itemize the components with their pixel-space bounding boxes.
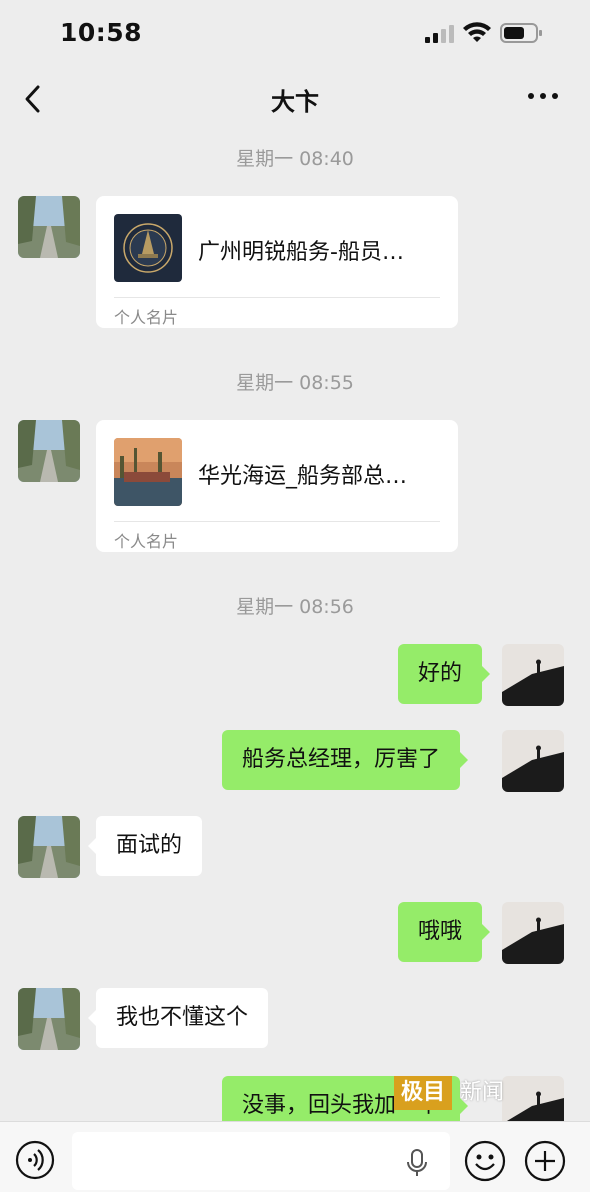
input-bar [0,1121,590,1192]
watermark-part1: 极目 [394,1076,452,1110]
status-bar: 10:58 [0,0,590,70]
card-divider [114,521,440,522]
avatar[interactable] [18,196,80,258]
contact-card[interactable]: 华光海运_船务部总… 个人名片 [96,420,458,552]
avatar[interactable] [18,988,80,1050]
more-dots-icon[interactable] [526,86,560,106]
chat-header: 大卞 [0,70,590,130]
avatar[interactable] [18,420,80,482]
wifi-icon [463,22,491,42]
card-type-label: 个人名片 [114,308,179,327]
self-avatar[interactable] [502,902,564,964]
card-name: 广州明锐船务-船员… [198,240,404,265]
status-time: 10:58 [60,18,143,47]
self-avatar[interactable] [502,644,564,706]
watermark-part2: 新闻 [459,1080,504,1105]
signal-icon [425,25,454,43]
card-photo-image [114,438,182,506]
message-input[interactable] [72,1132,450,1190]
avatar[interactable] [18,816,80,878]
timestamp: 星期一 08:56 [236,596,354,618]
card-type-label: 个人名片 [114,532,179,551]
contact-card[interactable]: 广州明锐船务-船员… 个人名片 [96,196,458,328]
timestamp: 星期一 08:40 [236,148,354,170]
voice-icon[interactable] [15,1140,55,1180]
message-bubble-self[interactable]: 好的 [398,644,491,704]
card-logo-image [114,214,182,282]
battery-icon [500,23,542,43]
emoji-icon[interactable] [464,1140,506,1182]
plus-icon[interactable] [524,1140,566,1182]
chat-title: 大卞 [271,88,319,116]
timestamp: 星期一 08:55 [236,372,354,394]
microphone-icon[interactable] [404,1148,430,1178]
message-bubble-other[interactable]: 我也不懂这个 [87,988,269,1048]
message-bubble-other[interactable]: 面试的 [87,816,203,876]
message-bubble-self[interactable]: 船务总经理，厉害了 [222,730,469,790]
card-name: 华光海运_船务部总… [198,464,408,489]
card-divider [114,297,440,298]
news-watermark: 极目 新闻 [394,1076,512,1110]
self-avatar[interactable] [502,730,564,792]
message-bubble-self[interactable]: 哦哦 [398,902,491,962]
